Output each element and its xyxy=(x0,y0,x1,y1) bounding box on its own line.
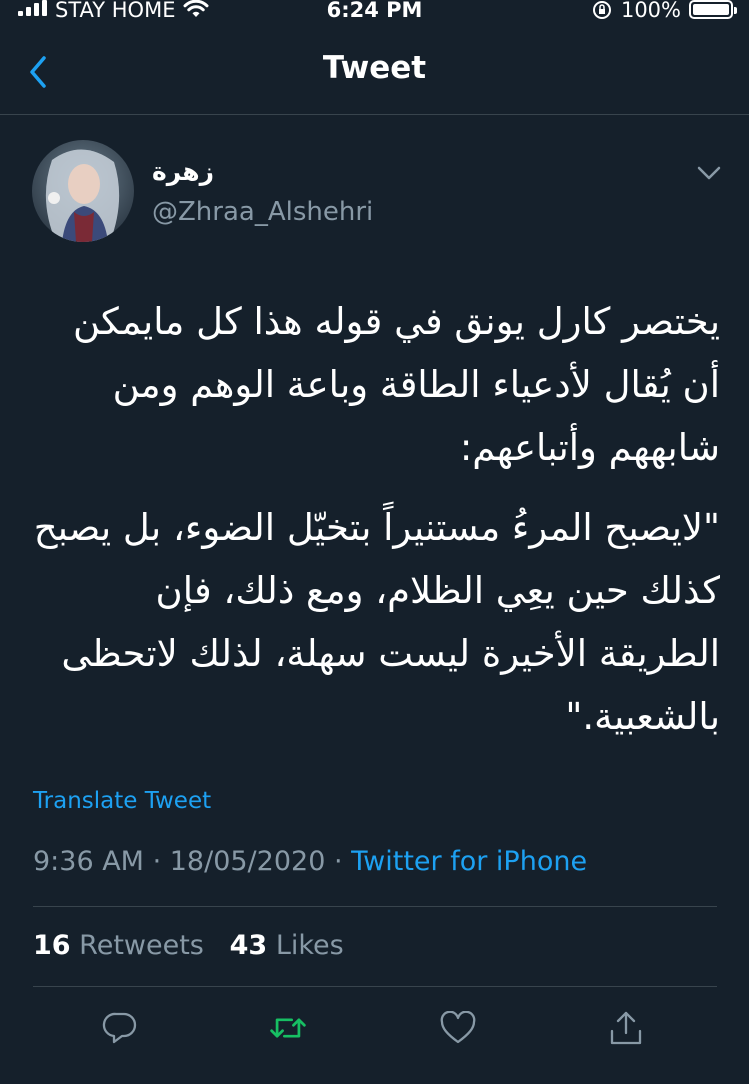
retweets-count: 16 xyxy=(33,930,71,961)
likes-stat[interactable]: 43 Likes xyxy=(230,930,344,961)
battery-percent: 100% xyxy=(620,0,681,22)
avatar[interactable] xyxy=(32,140,134,242)
heart-icon xyxy=(440,1011,476,1044)
battery-icon xyxy=(689,0,737,19)
reply-button[interactable] xyxy=(100,1008,140,1048)
retweets-label: Retweets xyxy=(79,930,204,961)
likes-label: Likes xyxy=(275,930,344,961)
status-bar-right: 100% xyxy=(591,0,737,22)
tweet-paragraph: "لايصبح المرءُ مستنيراً بتخيّل الضوء، بل… xyxy=(33,506,720,738)
retweet-button[interactable] xyxy=(268,1008,308,1048)
engagement-stats: 16 Retweets 43 Likes xyxy=(33,930,344,961)
retweet-icon xyxy=(270,1018,306,1038)
tweet-source-link[interactable]: Twitter for iPhone xyxy=(351,846,587,877)
tweet-metadata: 9:36 AM · 18/05/2020 · Twitter for iPhon… xyxy=(33,846,588,877)
tweet-text: يختصر كارل يونق في قوله هذا كل مايمكن أن… xyxy=(30,290,720,765)
tweet-detail-screen: STAY HOME 6:24 PM 100% Tweet زهرة @Zhraa… xyxy=(0,0,749,1084)
user-handle[interactable]: @Zhraa_Alshehri xyxy=(152,197,373,227)
orientation-lock-icon xyxy=(592,1,611,19)
translate-tweet-link[interactable]: Translate Tweet xyxy=(33,788,211,814)
page-title: Tweet xyxy=(322,50,427,86)
display-name[interactable]: زهرة xyxy=(152,157,214,186)
tweet-time: 9:36 AM xyxy=(33,846,144,877)
like-button[interactable] xyxy=(438,1008,478,1048)
share-icon xyxy=(610,1011,642,1045)
retweets-stat[interactable]: 16 Retweets xyxy=(33,930,204,961)
tweet-paragraph: يختصر كارل يونق في قوله هذا كل مايمكن أن… xyxy=(72,300,720,469)
tweet-date: 18/05/2020 xyxy=(169,846,326,877)
share-button[interactable] xyxy=(606,1008,646,1048)
likes-count: 43 xyxy=(229,930,268,961)
reply-icon xyxy=(102,1012,137,1044)
navigation-bar: Tweet xyxy=(0,22,749,115)
divider xyxy=(33,986,717,987)
chevron-down-icon[interactable] xyxy=(697,164,721,182)
divider xyxy=(33,906,717,907)
status-bar: STAY HOME 6:24 PM 100% xyxy=(0,0,749,22)
